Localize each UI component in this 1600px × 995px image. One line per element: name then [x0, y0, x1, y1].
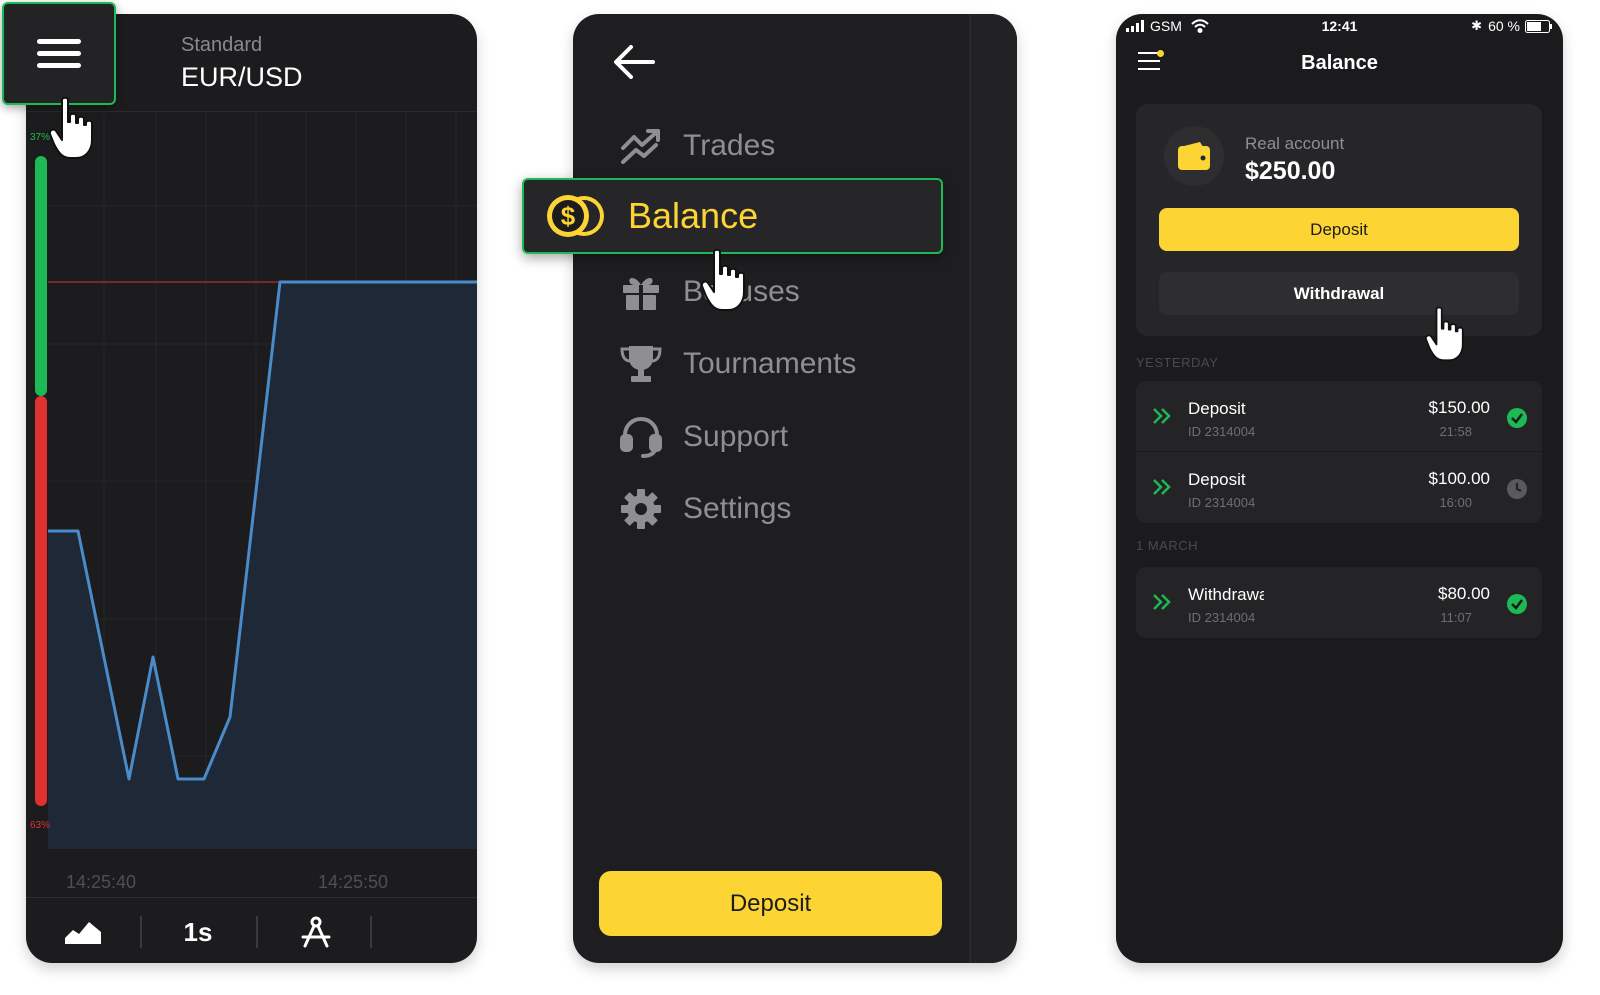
gift-icon — [619, 270, 663, 314]
transaction-id: ID 2314004 — [1188, 610, 1256, 625]
sentiment-up-bar — [35, 156, 47, 396]
double-chevron-icon — [1153, 594, 1171, 610]
menu-edge-divider — [969, 14, 971, 963]
gear-icon — [619, 487, 663, 531]
bluetooth-icon: ✱ — [1471, 18, 1483, 33]
transaction-row[interactable]: Deposit ID 2314004 $100.00 16:00 — [1136, 452, 1542, 523]
transaction-amount: $80.00 — [1438, 584, 1490, 603]
headset-icon — [619, 415, 663, 459]
account-card: Real account $250.00 Deposit Withdrawal — [1136, 104, 1542, 336]
status-bar: GSM 12:41 ✱ 60 % — [1116, 14, 1563, 38]
account-balance: $250.00 — [1245, 157, 1336, 185]
section-heading: YESTERDAY — [1136, 355, 1219, 370]
timeframe-button[interactable]: 1s — [176, 912, 220, 952]
transaction-group: Deposit ID 2314004 $150.00 21:58 Deposit… — [1136, 381, 1542, 523]
pointer-hand-icon — [48, 96, 93, 159]
transaction-group: Withdrawal ID 2314004 $80.00 11:07 — [1136, 567, 1542, 638]
transaction-time: 16:00 — [1439, 495, 1472, 510]
transaction-amount: $150.00 — [1428, 398, 1490, 417]
double-chevron-icon — [1153, 408, 1171, 424]
account-type-label: Real account — [1245, 134, 1345, 153]
svg-text:$: $ — [561, 201, 576, 231]
menu-item-label: Settings — [683, 492, 792, 525]
dimmed-content-edge — [971, 14, 1017, 963]
pointer-hand-icon — [700, 248, 745, 311]
menu-item-trades[interactable]: Trades — [619, 121, 775, 171]
transaction-type: Withdrawal — [1188, 585, 1264, 604]
check-circle-icon — [1507, 408, 1527, 428]
menu-item-label: Balance — [628, 195, 759, 236]
back-arrow-icon[interactable] — [611, 42, 657, 82]
menu-item-tournaments[interactable]: Tournaments — [619, 339, 856, 389]
double-chevron-icon — [1153, 479, 1171, 495]
time-label-2: 14:25:50 — [318, 872, 388, 892]
menu-item-balance[interactable]: $ Balance — [522, 178, 943, 254]
time-label-1: 14:25:40 — [66, 872, 136, 892]
wallet-icon — [1164, 126, 1224, 186]
transaction-time: 11:07 — [1440, 610, 1472, 625]
menu-item-label: Tournaments — [683, 347, 857, 380]
transaction-time: 21:58 — [1439, 424, 1472, 439]
menu-item-label: Support — [683, 420, 789, 453]
toolbar-divider — [256, 916, 258, 948]
pointer-hand-icon — [1425, 306, 1464, 362]
transaction-row[interactable]: Deposit ID 2314004 $150.00 21:58 — [1136, 381, 1542, 452]
balance-screen: GSM 12:41 ✱ 60 % Balance Real account $2… — [1116, 14, 1563, 963]
down-percent-label: 63% — [30, 820, 51, 831]
battery-label: 60 % — [1488, 18, 1520, 34]
coin-dollar-icon: $ — [547, 195, 604, 237]
transaction-amount: $100.00 — [1428, 469, 1490, 488]
sentiment-down-bar — [35, 396, 47, 806]
chart-type-icon[interactable] — [61, 912, 105, 952]
toolbar-divider — [370, 916, 372, 948]
chart-toolbar: 1s — [26, 897, 477, 963]
transaction-type: Deposit — [1188, 399, 1246, 418]
deposit-button[interactable]: Deposit — [599, 871, 942, 936]
menu-item-support[interactable]: Support — [619, 412, 788, 462]
drawing-tools-icon[interactable] — [294, 912, 338, 952]
transaction-type: Deposit — [1188, 470, 1246, 489]
check-circle-icon — [1507, 594, 1527, 614]
trophy-icon — [619, 342, 663, 386]
menu-item-label: Trades — [683, 129, 776, 162]
menu-icon[interactable] — [2, 2, 116, 105]
price-area-fill — [48, 282, 477, 849]
deposit-button[interactable]: Deposit — [1159, 208, 1519, 251]
page-title: Balance — [1301, 52, 1378, 74]
transaction-id: ID 2314004 — [1188, 424, 1256, 439]
clock-icon — [1507, 479, 1527, 499]
transaction-row[interactable]: Withdrawal ID 2314004 $80.00 11:07 — [1136, 567, 1542, 638]
up-percent-label: 37% — [30, 132, 51, 143]
toolbar-divider — [140, 916, 142, 948]
menu-item-settings[interactable]: Settings — [619, 484, 791, 534]
side-menu-screen: Trades Bonuses Tournaments — [573, 14, 1017, 963]
transaction-id: ID 2314004 — [1188, 495, 1256, 510]
battery-icon — [1525, 19, 1552, 33]
section-heading: 1 MARCH — [1136, 538, 1199, 553]
trades-icon — [619, 124, 663, 168]
